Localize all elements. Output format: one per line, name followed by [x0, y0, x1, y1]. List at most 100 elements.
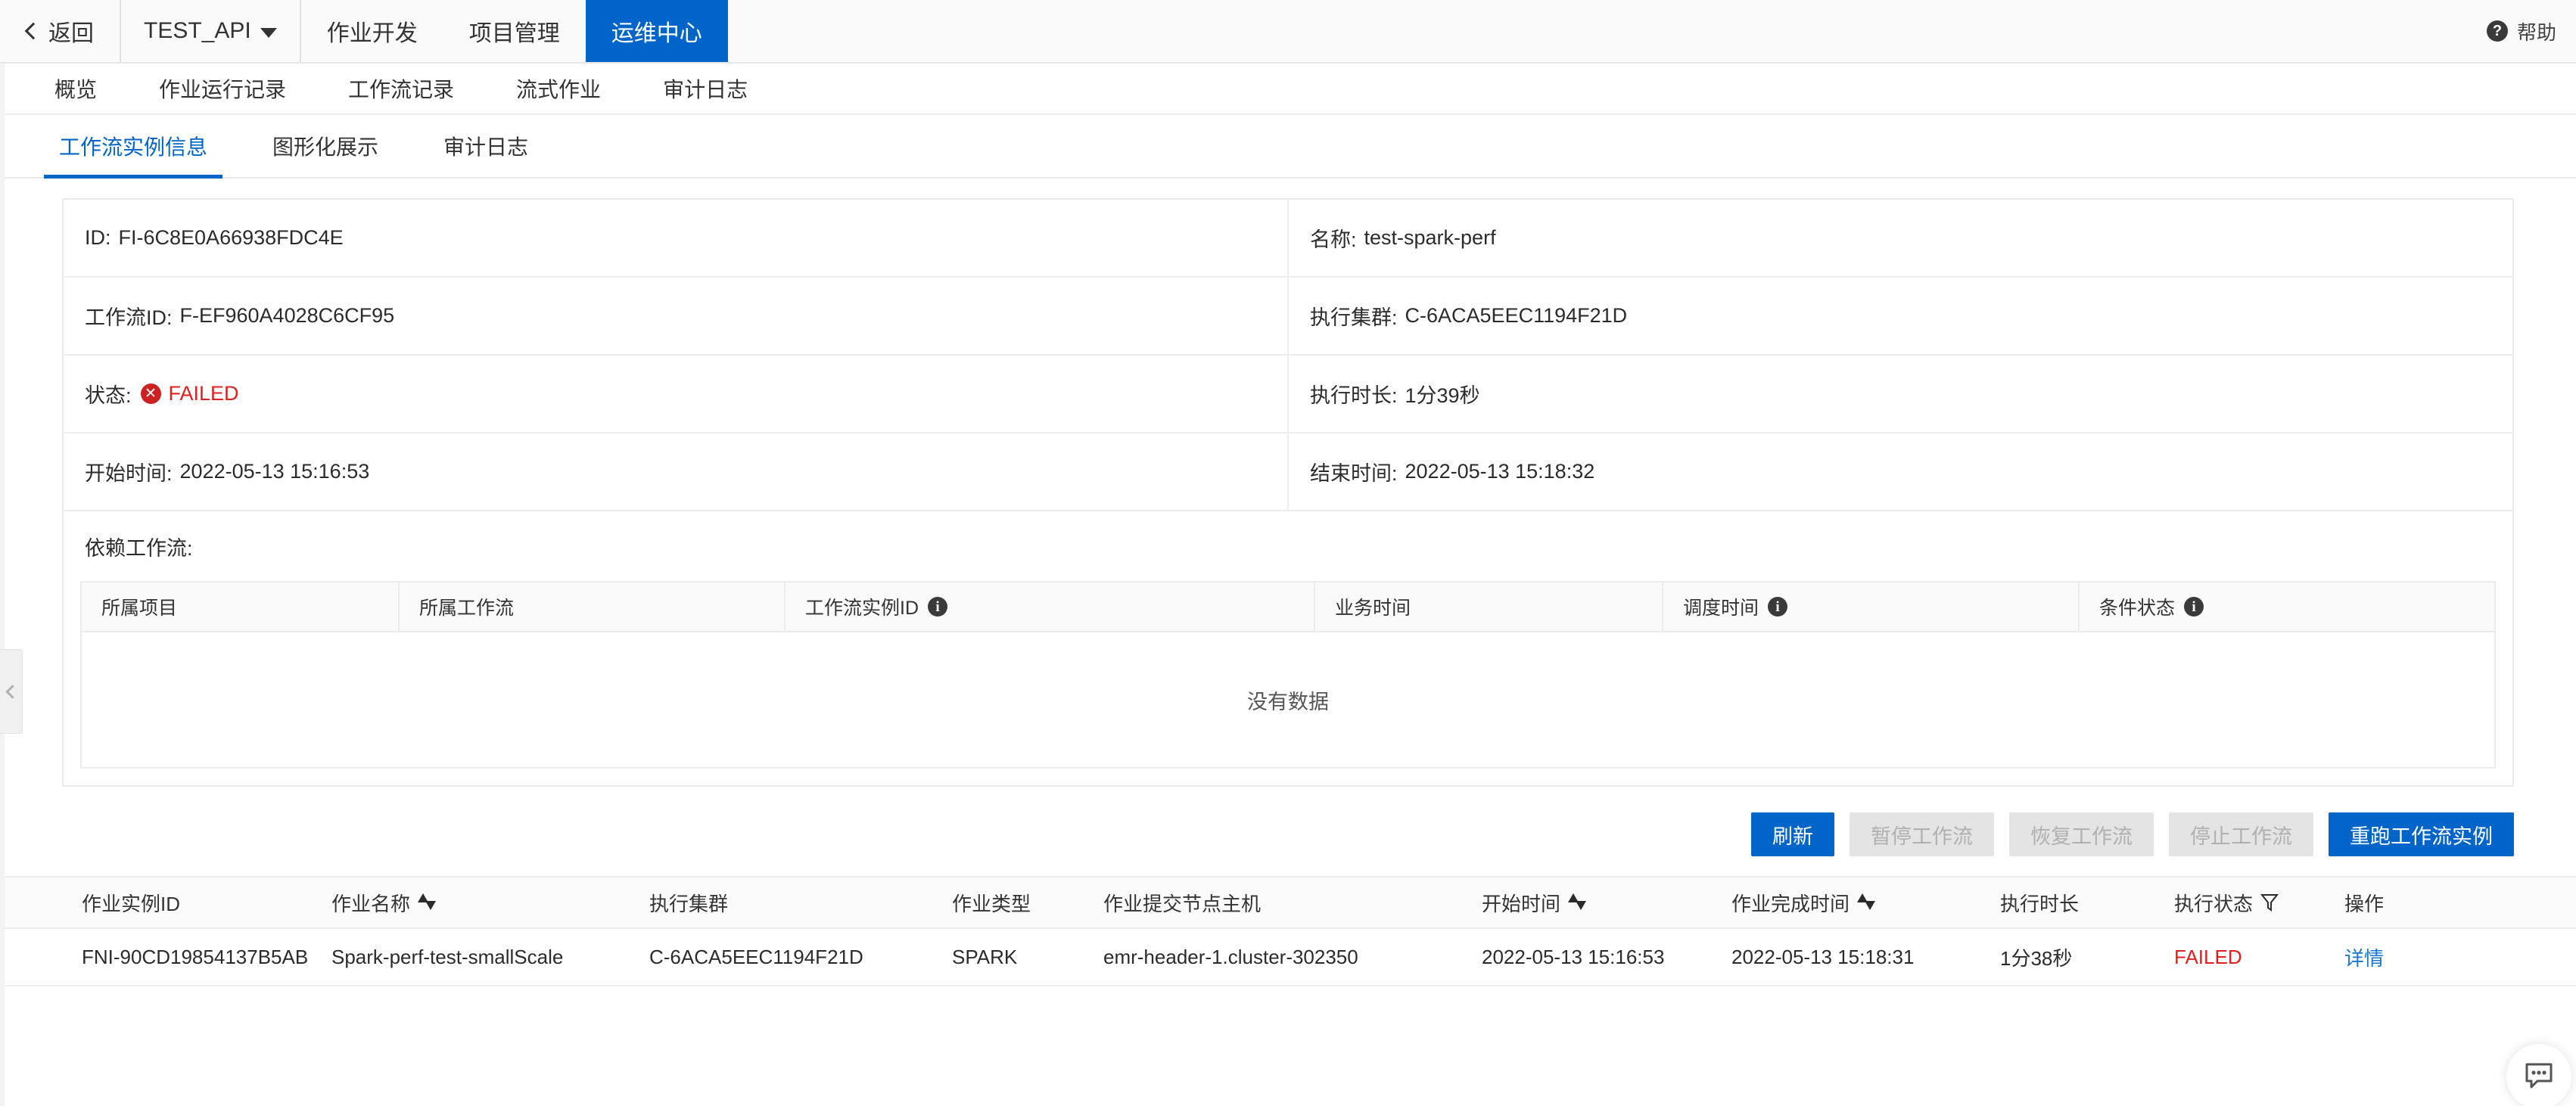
subnav-item-job-runs[interactable]: 作业运行记录 — [159, 73, 286, 104]
column-label: 业务时间 — [1335, 598, 1411, 619]
horizontal-scrollbar[interactable] — [0, 1106, 2576, 1112]
column-label: 执行时长 — [2000, 892, 2080, 915]
workflow-action-buttons: 刷新 暂停工作流 恢复工作流 停止工作流 重跑工作流实例 — [0, 787, 2576, 876]
job-col-job-type[interactable]: 作业类型 — [946, 889, 1097, 917]
info-field-start-time: 开始时间: 2022-05-13 15:16:53 — [64, 433, 1289, 510]
info-value: FI-6C8E0A66938FDC4E — [118, 226, 344, 249]
job-col-duration[interactable]: 执行时长 — [1994, 889, 2168, 917]
tab-audit-log[interactable]: 审计日志 — [428, 131, 543, 179]
job-table-header: 作业实例ID 作业名称 执行集群 作业类型 作业提交节点主机 开始时间 作业完成… — [0, 876, 2576, 929]
tab-bar: 工作流实例信息 图形化展示 审计日志 — [0, 115, 2576, 179]
sort-icon[interactable] — [418, 893, 437, 912]
chat-bubble-icon — [2522, 1058, 2556, 1095]
question-circle-icon: ? — [2486, 20, 2508, 42]
job-col-cluster[interactable]: 执行集群 — [643, 889, 946, 917]
chevron-down-icon — [260, 27, 277, 38]
subnav-item-workflow-records[interactable]: 工作流记录 — [348, 73, 454, 104]
sort-icon[interactable] — [1857, 893, 1876, 912]
subnav-item-streaming-jobs[interactable]: 流式作业 — [516, 73, 601, 104]
info-label: 名称: — [1310, 228, 1357, 251]
sidebar-collapse-handle[interactable] — [0, 649, 23, 734]
nav-item-ops-center[interactable]: 运维中心 — [585, 0, 728, 62]
cell-cluster: C-6ACA5EEC1194F21D — [649, 945, 863, 968]
job-col-operation: 操作 — [2338, 889, 2475, 917]
column-label: 操作 — [2344, 892, 2385, 915]
info-label: 开始时间: — [85, 462, 173, 485]
info-row: 状态: ✕ FAILED 执行时长: 1分39秒 — [64, 356, 2512, 433]
error-circle-icon: ✕ — [140, 384, 161, 404]
tab-graphical-view[interactable]: 图形化展示 — [257, 131, 394, 179]
sort-icon[interactable] — [1568, 893, 1587, 912]
info-circle-icon[interactable]: i — [2184, 597, 2204, 617]
job-col-submit-host[interactable]: 作业提交节点主机 — [1097, 889, 1476, 917]
cell-job-name: Spark-perf-test-smallScale — [331, 945, 564, 968]
info-label: 工作流ID: — [85, 306, 173, 329]
job-instances-table: 作业实例ID 作业名称 执行集群 作业类型 作业提交节点主机 开始时间 作业完成… — [0, 876, 2576, 986]
column-label: 执行集群 — [649, 892, 729, 915]
nav-item-label: 运维中心 — [611, 21, 702, 46]
rerun-workflow-instance-button[interactable]: 重跑工作流实例 — [2329, 812, 2514, 856]
info-label: 结束时间: — [1310, 462, 1398, 485]
column-label: 调度时间 — [1683, 598, 1759, 619]
info-field-name: 名称: test-spark-perf — [1289, 200, 2512, 276]
nav-item-label: 作业开发 — [326, 21, 418, 46]
app-root: 返回 TEST_API 作业开发 项目管理 运维中心 ? 帮助 概览 作业运行记… — [0, 0, 2576, 1112]
secondary-navigation-bar: 概览 作业运行记录 工作流记录 流式作业 审计日志 — [0, 64, 2576, 115]
info-value: C-6ACA5EEC1194F21D — [1405, 304, 1628, 327]
chevron-left-icon — [5, 684, 20, 699]
project-selector[interactable]: TEST_API — [121, 0, 301, 62]
back-button-label: 返回 — [48, 21, 94, 46]
cell-submit-host: emr-header-1.cluster-302350 — [1103, 945, 1358, 968]
info-circle-icon[interactable]: i — [1768, 597, 1788, 617]
cell-instance-id: FNI-90CD19854137B5AB — [82, 945, 309, 968]
job-col-status[interactable]: 执行状态 — [2168, 889, 2338, 917]
cell-finish-time: 2022-05-13 15:18:31 — [1731, 945, 1915, 968]
refresh-button[interactable]: 刷新 — [1751, 812, 1834, 856]
subnav-item-audit-log[interactable]: 审计日志 — [663, 73, 748, 104]
info-value: F-EF960A4028C6CF95 — [179, 304, 395, 327]
cell-duration: 1分38秒 — [2000, 946, 2073, 970]
info-label: 执行集群: — [1310, 306, 1398, 329]
subnav-item-label: 流式作业 — [516, 78, 602, 101]
back-button[interactable]: 返回 — [0, 0, 121, 62]
dep-col-business-time[interactable]: 业务时间 — [1315, 582, 1663, 631]
dep-col-schedule-time[interactable]: 调度时间 i — [1663, 582, 2080, 631]
dep-col-project[interactable]: 所属项目 — [82, 582, 400, 631]
dep-col-workflow[interactable]: 所属工作流 — [400, 582, 786, 631]
filter-icon[interactable] — [2260, 893, 2279, 912]
top-navigation-bar: 返回 TEST_API 作业开发 项目管理 运维中心 ? 帮助 — [0, 0, 2576, 64]
info-field-workflow-id: 工作流ID: F-EF960A4028C6CF95 — [64, 278, 1289, 354]
dep-col-condition-status[interactable]: 条件状态 i — [2080, 582, 2494, 631]
pause-workflow-button: 暂停工作流 — [1850, 812, 1994, 856]
column-label: 执行状态 — [2174, 892, 2254, 915]
job-col-instance-id[interactable]: 作业实例ID — [0, 889, 325, 917]
dependency-table-wrap: 所属项目 所属工作流 工作流实例ID i 业务时间 调度时间 i 条件状态 i … — [64, 581, 2512, 785]
job-col-start-time[interactable]: 开始时间 — [1476, 889, 1725, 917]
column-label: 所属项目 — [101, 598, 178, 619]
info-field-end-time: 结束时间: 2022-05-13 15:18:32 — [1289, 433, 2512, 510]
info-field-duration: 执行时长: 1分39秒 — [1289, 356, 2512, 432]
help-button[interactable]: ? 帮助 — [2486, 0, 2556, 62]
info-row: 工作流ID: F-EF960A4028C6CF95 执行集群: C-6ACA5E… — [64, 278, 2512, 356]
dep-col-instance-id[interactable]: 工作流实例ID i — [786, 582, 1315, 631]
feedback-button[interactable] — [2506, 1044, 2571, 1109]
nav-item-project-management[interactable]: 项目管理 — [443, 0, 586, 62]
chevron-left-icon — [24, 22, 42, 40]
table-row[interactable]: FNI-90CD19854137B5AB Spark-perf-test-sma… — [0, 929, 2576, 986]
job-col-job-name[interactable]: 作业名称 — [325, 889, 643, 917]
tab-workflow-instance-info[interactable]: 工作流实例信息 — [44, 131, 223, 179]
nav-item-job-dev[interactable]: 作业开发 — [301, 0, 443, 62]
left-rail — [0, 64, 5, 1112]
cell-status: FAILED — [2174, 945, 2242, 968]
info-label: 执行时长: — [1310, 384, 1398, 407]
empty-state-text: 没有数据 — [1247, 690, 1329, 713]
job-col-finish-time[interactable]: 作业完成时间 — [1725, 889, 1994, 917]
subnav-item-overview[interactable]: 概览 — [54, 73, 97, 104]
dependency-table-header: 所属项目 所属工作流 工作流实例ID i 业务时间 调度时间 i 条件状态 i — [82, 581, 2494, 632]
info-circle-icon[interactable]: i — [928, 597, 948, 617]
column-label: 作业完成时间 — [1731, 892, 1850, 915]
detail-link[interactable]: 详情 — [2338, 943, 2475, 971]
info-label: ID: — [85, 226, 111, 249]
main-content: ID: FI-6C8E0A66938FDC4E 名称: test-spark-p… — [0, 179, 2576, 787]
subnav-item-label: 作业运行记录 — [159, 78, 287, 101]
